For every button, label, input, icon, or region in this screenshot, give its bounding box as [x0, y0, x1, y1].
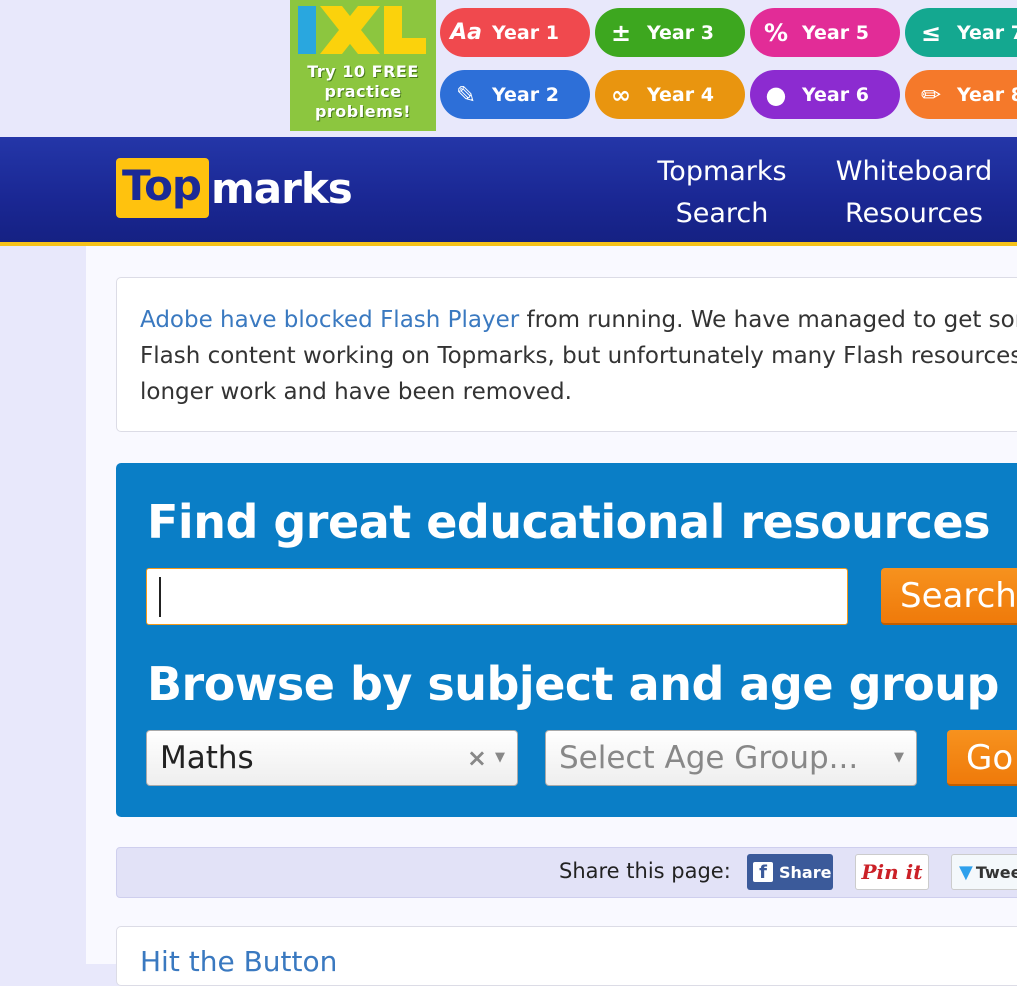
- clear-icon[interactable]: ×: [467, 731, 487, 785]
- search-input[interactable]: [146, 568, 848, 625]
- pinterest-label: Pin it: [861, 860, 923, 884]
- nav-label-line2: Resources: [845, 198, 983, 229]
- share-label: Share this page:: [559, 859, 731, 883]
- twitter-label: Tweet: [975, 862, 1017, 882]
- notice-text: Flash content working on Topmarks, but u…: [140, 343, 1017, 369]
- age-group-placeholder: Select Age Group...: [559, 740, 859, 776]
- letters-icon: Aa: [450, 20, 482, 45]
- year-7-button[interactable]: ≤ Year 7: [905, 8, 1017, 57]
- twitter-button[interactable]: ▼ Tweet: [951, 854, 1017, 890]
- year-label: Year 3: [647, 21, 714, 44]
- share-bar: Share this page: f Share Pin it ▼ Tweet: [116, 847, 1017, 898]
- flash-notice-link[interactable]: Adobe have blocked Flash Player: [140, 307, 519, 333]
- year-1-button[interactable]: Aa Year 1: [440, 8, 590, 57]
- year-label: Year 5: [802, 21, 869, 44]
- facebook-share-button[interactable]: f Share: [747, 854, 833, 890]
- year-label: Year 2: [492, 83, 559, 106]
- resource-card[interactable]: Hit the Button: [116, 926, 1017, 986]
- age-group-select[interactable]: Select Age Group... ▼: [545, 730, 917, 786]
- nav-topmarks-search[interactable]: Topmarks Search: [652, 151, 792, 235]
- year-4-button[interactable]: ∞ Year 4: [595, 70, 745, 119]
- ixl-advert[interactable]: Try 10 FREE practice problems! Aa Year 1…: [290, 0, 1017, 131]
- search-button[interactable]: Search: [881, 568, 1017, 625]
- notice-text: longer work and have been removed.: [140, 379, 572, 405]
- logo-top: Top: [116, 158, 209, 218]
- topmarks-logo[interactable]: Top marks: [116, 157, 353, 219]
- ixl-logo-box[interactable]: Try 10 FREE practice problems!: [290, 0, 436, 131]
- search-heading: Find great educational resources: [147, 495, 991, 549]
- text-caret: [159, 577, 161, 617]
- chevron-down-icon: ▼: [894, 750, 904, 765]
- search-panel: Find great educational resources Search …: [116, 463, 1017, 817]
- pencil-icon: ✏: [920, 80, 942, 109]
- year-label: Year 6: [802, 83, 869, 106]
- apple-icon: ●: [765, 80, 787, 109]
- subject-select[interactable]: Maths × ▼: [146, 730, 518, 786]
- year-label: Year 7: [957, 21, 1017, 44]
- go-button[interactable]: Go: [947, 730, 1017, 786]
- less-equal-icon: ≤: [920, 18, 942, 47]
- nav-label-line2: Search: [675, 198, 769, 229]
- year-label: Year 4: [647, 83, 714, 106]
- year-5-button[interactable]: % Year 5: [750, 8, 900, 57]
- browse-heading: Browse by subject and age group: [147, 657, 999, 711]
- infinity-icon: ∞: [611, 80, 631, 109]
- site-header: Top marks Topmarks Search Whiteboard Res…: [0, 137, 1017, 246]
- plus-minus-icon: ±: [610, 18, 632, 47]
- nav-label-line1: Topmarks: [657, 156, 787, 187]
- facebook-label: Share: [779, 862, 832, 882]
- nav-label-line1: Whiteboard: [835, 156, 993, 187]
- year-2-button[interactable]: ✎ Year 2: [440, 70, 590, 119]
- year-label: Year 8: [957, 83, 1017, 106]
- ixl-tagline: Try 10 FREE practice problems!: [307, 62, 419, 121]
- resource-title[interactable]: Hit the Button: [140, 945, 337, 978]
- facebook-icon: f: [753, 862, 773, 883]
- percent-icon: %: [763, 18, 789, 47]
- pinterest-button[interactable]: Pin it: [855, 854, 929, 890]
- flash-notice: Adobe have blocked Flash Player from run…: [116, 277, 1017, 432]
- chevron-down-icon: ▼: [495, 750, 505, 765]
- year-8-button[interactable]: ✏ Year 8: [905, 70, 1017, 119]
- year-3-button[interactable]: ± Year 3: [595, 8, 745, 57]
- nav-whiteboard-resources[interactable]: Whiteboard Resources: [832, 151, 996, 235]
- logo-marks: marks: [211, 163, 353, 213]
- pencil-cup-icon: ✎: [455, 80, 477, 109]
- notice-text: from running. We have managed to get som…: [519, 307, 1017, 333]
- ixl-logo: [298, 6, 426, 54]
- year-label: Year 1: [492, 21, 559, 44]
- year-6-button[interactable]: ● Year 6: [750, 70, 900, 119]
- subject-selected-value: Maths: [160, 740, 254, 776]
- twitter-icon: ▼: [959, 861, 973, 883]
